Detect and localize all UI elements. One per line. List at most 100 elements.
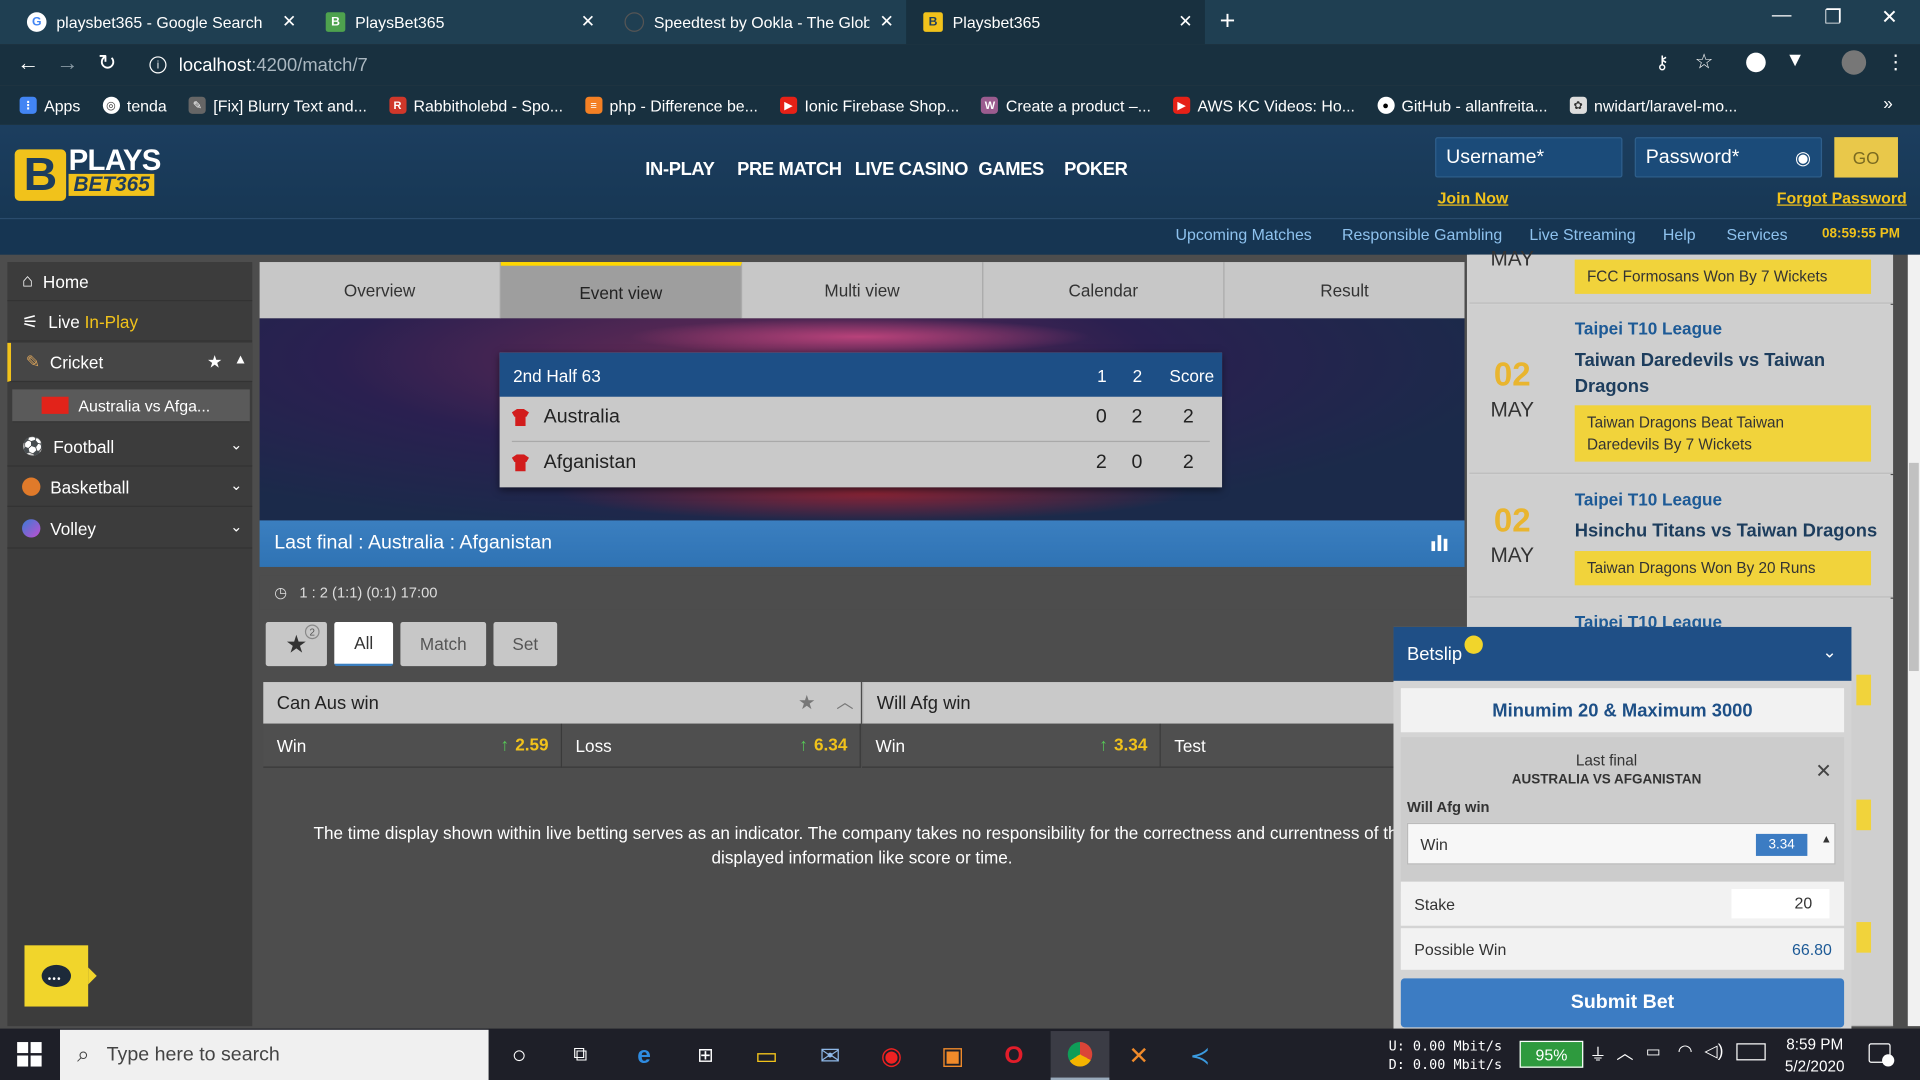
close-icon[interactable]: ✕ (1178, 11, 1192, 32)
favorites-button[interactable]: ★ 2 (265, 622, 327, 667)
star-icon[interactable]: ★ (798, 691, 816, 715)
odds-aus-win[interactable]: Win ↑ 2.59 (263, 723, 563, 768)
nav-games[interactable]: GAMES (978, 159, 1044, 180)
sidebar-item-volley[interactable]: Volley ⌄ (7, 509, 253, 549)
bookmark-ionic[interactable]: ▶ Ionic Firebase Shop... (779, 96, 959, 114)
tab-event-view[interactable]: Event view (500, 262, 743, 319)
nav-prematch[interactable]: PRE MATCH (737, 159, 842, 180)
mail-icon[interactable]: ✉ (811, 1036, 850, 1075)
address-bar[interactable]: i localhost:4200/match/7 (135, 49, 1727, 81)
keyboard-icon[interactable] (1736, 1043, 1766, 1061)
filter-all[interactable]: All (334, 622, 394, 667)
back-icon[interactable]: ← (17, 50, 39, 76)
star-icon[interactable]: ☆ (1695, 50, 1714, 74)
filter-set[interactable]: Set (493, 622, 558, 667)
chevron-up-icon[interactable]: ▲ (1821, 833, 1832, 845)
reload-icon[interactable]: ↻ (98, 50, 116, 76)
close-icon[interactable]: ✕ (282, 11, 296, 32)
bookmark-aws[interactable]: ▶ AWS KC Videos: Ho... (1173, 96, 1355, 114)
site-logo[interactable]: B PLAYS BET365 (14, 144, 162, 201)
stake-input[interactable]: 20 (1731, 888, 1830, 919)
subnav-upcoming[interactable]: Upcoming Matches (1176, 225, 1312, 243)
scrollbar-thumb[interactable] (1908, 462, 1919, 672)
join-now-link[interactable]: Join Now (1438, 189, 1509, 207)
app-icon[interactable]: ▣ (933, 1036, 972, 1075)
chevron-down-icon[interactable]: ⌄ (1822, 642, 1836, 663)
volume-icon[interactable]: ◁) (1705, 1041, 1724, 1062)
browser-tab-playsbet365[interactable]: B PlaysBet365 ✕ (309, 0, 608, 44)
maximize-icon[interactable]: ❐ (1815, 5, 1852, 29)
sidebar-item-home[interactable]: ⌂ Home (7, 262, 253, 302)
vue-devtools-icon[interactable]: ▼ (1785, 50, 1804, 72)
tab-calendar[interactable]: Calendar (983, 262, 1225, 319)
minimize-icon[interactable]: — (1763, 5, 1800, 27)
bookmark-laravel[interactable]: ✿ nwidart/laravel-mo... (1569, 96, 1737, 114)
taskbar-search[interactable]: ⌕ Type here to search (60, 1029, 489, 1080)
wifi-icon[interactable]: ◠ (1678, 1041, 1693, 1062)
tab-result[interactable]: Result (1224, 262, 1465, 319)
power-plug-icon[interactable]: ⏚ (1589, 1042, 1606, 1066)
sidebar-item-basketball[interactable]: Basketball ⌄ (7, 468, 253, 507)
username-input[interactable]: Username* (1435, 137, 1623, 178)
window-close-icon[interactable]: ✕ (1871, 5, 1908, 29)
sidebar-item-live[interactable]: ⚟ Live In-Play (7, 302, 253, 342)
forgot-password-link[interactable]: Forgot Password (1777, 189, 1907, 207)
sidebar-item-cricket[interactable]: ✎ Cricket ★ ▲ (7, 342, 253, 383)
tab-multi-view[interactable]: Multi view (742, 262, 984, 319)
bookmark-rabbitholebd[interactable]: R Rabbitholebd - Spo... (388, 96, 563, 114)
store-icon[interactable]: ⊞ (686, 1036, 725, 1075)
nav-livecasino[interactable]: LIVE CASINO (855, 159, 969, 180)
betslip-header[interactable]: Betslip ⌄ (1393, 626, 1852, 681)
odds-afg-win[interactable]: Win ↑ 3.34 (862, 723, 1161, 768)
nav-inplay[interactable]: IN-PLAY (645, 159, 715, 180)
close-icon[interactable]: ✕ (880, 11, 894, 32)
bookmark-github[interactable]: ● GitHub - allanfreita... (1377, 96, 1548, 114)
sidebar-item-football[interactable]: ⚽ Football ⌄ (7, 427, 253, 467)
bookmark-tenda[interactable]: ◎ tenda (102, 96, 167, 114)
task-view-icon[interactable]: ⧉ (561, 1036, 600, 1075)
result-card[interactable]: 02 MAY Taipei T10 League Hsinchu Titans … (1469, 475, 1894, 598)
subnav-responsible[interactable]: Responsible Gambling (1342, 225, 1502, 243)
windows-start-icon[interactable] (17, 1042, 42, 1067)
system-clock[interactable]: 8:59 PM 5/2/2020 (1778, 1033, 1851, 1077)
chevron-up-icon[interactable]: ︿ (1616, 1041, 1633, 1065)
vscode-icon[interactable]: ≺ (1180, 1036, 1219, 1075)
chevron-up-icon[interactable]: ▲ (234, 353, 247, 368)
chevron-up-icon[interactable]: ︿ (836, 689, 853, 713)
forward-icon[interactable]: → (56, 50, 78, 76)
subnav-services[interactable]: Services (1727, 225, 1788, 243)
more-bookmarks-icon[interactable]: » (1883, 93, 1893, 113)
sidebar-item-match[interactable]: Australia vs Afga... (12, 389, 250, 423)
file-explorer-icon[interactable]: ▭ (747, 1036, 786, 1075)
bookmark-create-product[interactable]: W Create a product –... (981, 96, 1151, 114)
cortana-icon[interactable]: ○ (500, 1036, 539, 1075)
new-tab-button[interactable]: + (1220, 5, 1236, 37)
edge-icon[interactable]: e (624, 1036, 663, 1075)
bookmark-apps[interactable]: ⋮ Apps (19, 96, 80, 114)
bookmark-fix-blurry[interactable]: ✎ [Fix] Blurry Text and... (188, 96, 367, 114)
odds-aus-loss[interactable]: Loss ↑ 6.34 (562, 723, 861, 768)
subnav-streaming[interactable]: Live Streaming (1529, 225, 1635, 243)
xampp-icon[interactable]: ✕ (1119, 1036, 1158, 1075)
result-card[interactable]: 02 MAY Taipei T10 League Taiwan Daredevi… (1469, 304, 1894, 474)
subnav-help[interactable]: Help (1663, 225, 1696, 243)
bookmark-php[interactable]: ≡ php - Difference be... (585, 96, 758, 114)
key-icon[interactable]: ⚷ (1656, 51, 1669, 74)
result-card[interactable]: MAY FCC Formosans Won By 7 Wickets (1469, 247, 1894, 304)
browser-tab-active[interactable]: B Playsbet365 ✕ (906, 0, 1205, 45)
stats-icon[interactable] (1431, 535, 1448, 552)
odds-afg-test[interactable]: Test (1160, 723, 1401, 768)
chat-button[interactable]: ••• (24, 945, 97, 1007)
browser-tab-speedtest[interactable]: Speedtest by Ookla - The Global ✕ (607, 0, 906, 44)
go-button[interactable]: GO (1834, 137, 1898, 178)
page-scrollbar[interactable] (1907, 254, 1920, 1027)
avatar[interactable] (1841, 50, 1867, 75)
app-icon[interactable]: ◉ (872, 1036, 911, 1075)
tab-overview[interactable]: Overview (259, 262, 501, 319)
nav-poker[interactable]: POKER (1064, 159, 1128, 180)
submit-bet-button[interactable]: Submit Bet (1400, 978, 1845, 1028)
browser-tab-google[interactable]: G playsbet365 - Google Search ✕ (10, 0, 309, 44)
chrome-icon[interactable] (1050, 1031, 1110, 1080)
extension-icon[interactable] (1746, 52, 1766, 73)
password-input[interactable]: Password* ◉ (1634, 137, 1823, 178)
